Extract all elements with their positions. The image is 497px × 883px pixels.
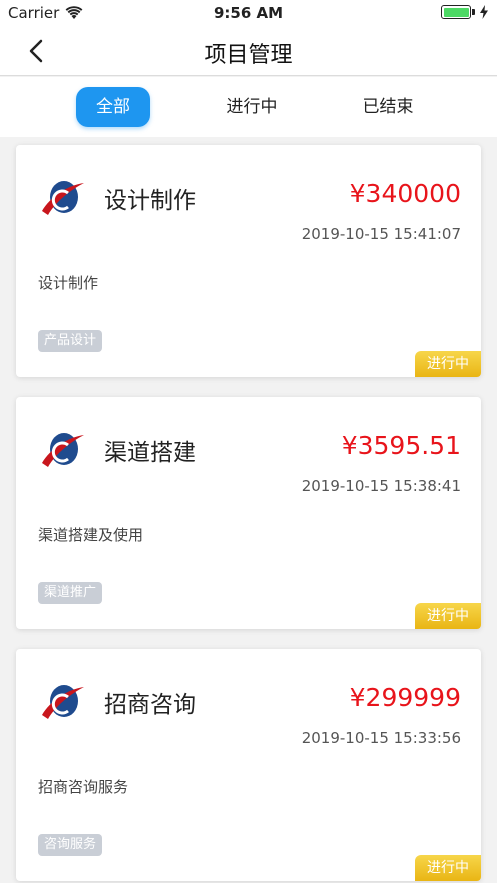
project-title: 渠道搭建: [104, 440, 196, 466]
project-card[interactable]: 招商咨询 ¥299999 2019-10-15 15:33:56 招商咨询服务 …: [16, 649, 481, 881]
project-description: 渠道搭建及使用: [38, 526, 144, 544]
tab-all[interactable]: 全部: [76, 87, 150, 127]
status-bar: Carrier 9:56 AM: [0, 0, 497, 26]
project-card[interactable]: 渠道搭建 ¥3595.51 2019-10-15 15:38:41 渠道搭建及使…: [16, 397, 481, 629]
charging-icon: [480, 5, 488, 19]
project-title: 设计制作: [104, 188, 196, 214]
project-description: 设计制作: [38, 274, 99, 292]
tab-bar: 全部 进行中 已结束: [0, 77, 497, 137]
company-logo-icon: [42, 181, 84, 215]
company-logo-icon: [42, 685, 84, 719]
status-badge: 进行中: [415, 351, 481, 377]
status-badge: 进行中: [415, 603, 481, 629]
project-price: ¥340000: [349, 179, 461, 208]
category-tag: 产品设计: [38, 330, 103, 352]
clock: 9:56 AM: [213, 4, 284, 22]
project-title: 招商咨询: [104, 692, 196, 718]
tab-in-progress[interactable]: 进行中: [212, 87, 292, 127]
company-logo-icon: [42, 433, 84, 467]
project-timestamp: 2019-10-15 15:33:56: [301, 729, 461, 747]
category-tag: 渠道推广: [38, 582, 103, 604]
project-price: ¥3595.51: [341, 431, 461, 460]
project-price: ¥299999: [349, 683, 461, 712]
status-badge: 进行中: [415, 855, 481, 881]
category-tag: 咨询服务: [38, 834, 103, 856]
project-timestamp: 2019-10-15 15:38:41: [301, 477, 461, 495]
battery-icon: [441, 5, 475, 19]
project-card[interactable]: 设计制作 ¥340000 2019-10-15 15:41:07 设计制作 产品…: [16, 145, 481, 377]
battery-group: [441, 5, 489, 19]
page-title: 项目管理: [204, 43, 293, 68]
project-timestamp: 2019-10-15 15:41:07: [301, 225, 461, 243]
project-description: 招商咨询服务: [38, 778, 129, 796]
tab-finished[interactable]: 已结束: [348, 87, 428, 127]
navigation-bar: 项目管理: [0, 26, 497, 76]
